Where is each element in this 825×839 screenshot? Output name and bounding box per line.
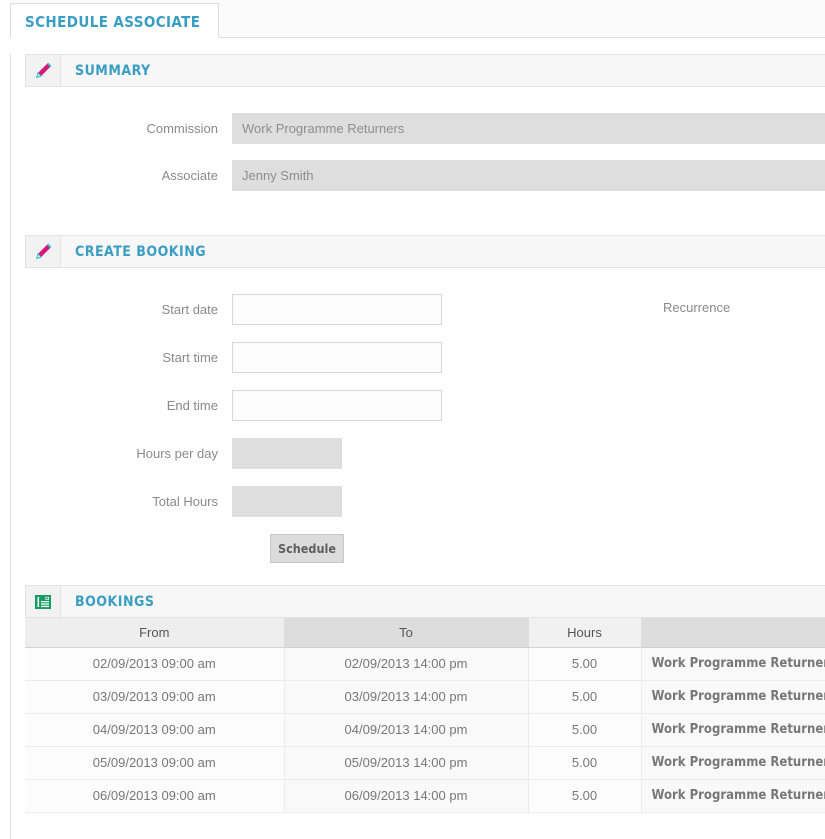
summary-panel-title: Summary: [75, 62, 151, 79]
cell-to: 02/09/2013 14:00 pm: [284, 647, 529, 681]
commission-value: Work Programme Returners: [232, 113, 825, 144]
page-root: Schedule Associate Summary Commissio: [0, 0, 825, 839]
total-hours-label: Total Hours: [152, 494, 218, 509]
cell-from: 04/09/2013 09:00 am: [25, 713, 285, 747]
associate-value: Jenny Smith: [232, 160, 825, 191]
start-time-label: Start time: [162, 350, 218, 365]
hours-per-day-label: Hours per day: [136, 446, 218, 461]
tab-label: Schedule Associate: [25, 13, 201, 31]
create-booking-panel-header: Create Booking: [25, 235, 825, 268]
content-area: Summary Commission Work Programme Return…: [10, 54, 825, 839]
report-icon: [26, 586, 61, 617]
column-header-from[interactable]: From: [25, 618, 285, 648]
field-row-end-time: End time: [25, 390, 825, 421]
cell-from: 03/09/2013 09:00 am: [25, 680, 285, 714]
commission-label: Commission: [146, 121, 218, 136]
schedule-button[interactable]: Schedule: [270, 534, 344, 563]
cell-hours: 5.00: [528, 680, 642, 714]
end-time-input[interactable]: [232, 390, 442, 421]
summary-panel-header: Summary: [25, 54, 825, 87]
cell-from: 02/09/2013 09:00 am: [25, 647, 285, 681]
total-hours-value: [232, 486, 342, 517]
cell-to: 04/09/2013 14:00 pm: [284, 713, 529, 747]
end-time-label: End time: [166, 398, 218, 413]
start-date-input[interactable]: [232, 294, 442, 325]
tab-schedule-associate[interactable]: Schedule Associate: [10, 3, 220, 38]
create-booking-panel: Create Booking Recurrence Start date Sta…: [25, 235, 825, 563]
pencil-icon: [26, 236, 61, 267]
cell-hours: 5.00: [528, 746, 642, 780]
cell-hours: 5.00: [528, 713, 642, 747]
create-booking-panel-title: Create Booking: [75, 243, 207, 260]
table-row[interactable]: 06/09/2013 09:00 am 06/09/2013 14:00 pm …: [25, 779, 825, 813]
bookings-panel-title: Bookings: [75, 593, 155, 610]
field-row-hours-per-day: Hours per day: [25, 438, 825, 469]
cell-to: 05/09/2013 14:00 pm: [284, 746, 529, 780]
start-date-label: Start date: [161, 302, 218, 317]
cell-from: 06/09/2013 09:00 am: [25, 779, 285, 813]
cell-description: Work Programme Returners: [641, 680, 825, 714]
table-row[interactable]: 03/09/2013 09:00 am 03/09/2013 14:00 pm …: [25, 680, 825, 714]
associate-label: Associate: [161, 168, 218, 183]
cell-description: Work Programme Returners: [641, 779, 825, 813]
table-row[interactable]: 02/09/2013 09:00 am 02/09/2013 14:00 pm …: [25, 647, 825, 681]
cell-to: 06/09/2013 14:00 pm: [284, 779, 529, 813]
column-header-description[interactable]: [641, 618, 825, 648]
recurrence-label: Recurrence: [663, 300, 731, 315]
cell-hours: 5.00: [528, 647, 642, 681]
field-row-total-hours: Total Hours: [25, 486, 825, 517]
bookings-table: From To Hours 02/09/2013 09:00 am 02/09/…: [25, 618, 825, 813]
bookings-table-wrap: From To Hours 02/09/2013 09:00 am 02/09/…: [25, 618, 825, 813]
bookings-panel: Bookings From To Hours 02/09/2013: [25, 585, 825, 813]
cell-to: 03/09/2013 14:00 pm: [284, 680, 529, 714]
field-row-start-time: Start time: [25, 342, 825, 373]
field-row-commission: Commission Work Programme Returners: [25, 113, 825, 144]
cell-description: Work Programme Returners: [641, 647, 825, 681]
column-header-to[interactable]: To: [284, 618, 529, 648]
cell-hours: 5.00: [528, 779, 642, 813]
table-header-row: From To Hours: [25, 618, 825, 648]
tab-strip: Schedule Associate: [10, 0, 825, 38]
table-row[interactable]: 04/09/2013 09:00 am 04/09/2013 14:00 pm …: [25, 713, 825, 747]
column-header-hours[interactable]: Hours: [528, 618, 642, 648]
start-time-input[interactable]: [232, 342, 442, 373]
summary-panel: Summary Commission Work Programme Return…: [25, 54, 825, 213]
cell-description: Work Programme Returners: [641, 713, 825, 747]
create-booking-form: Recurrence Start date Start time End tim…: [25, 268, 825, 563]
field-row-associate: Associate Jenny Smith: [25, 160, 825, 191]
bookings-panel-header: Bookings: [25, 585, 825, 618]
bookings-table-body: 02/09/2013 09:00 am 02/09/2013 14:00 pm …: [25, 647, 825, 813]
hours-per-day-value: [232, 438, 342, 469]
summary-form: Commission Work Programme Returners Asso…: [25, 87, 825, 213]
table-row[interactable]: 05/09/2013 09:00 am 05/09/2013 14:00 pm …: [25, 746, 825, 780]
cell-from: 05/09/2013 09:00 am: [25, 746, 285, 780]
pencil-icon: [26, 55, 61, 86]
cell-description: Work Programme Returners: [641, 746, 825, 780]
